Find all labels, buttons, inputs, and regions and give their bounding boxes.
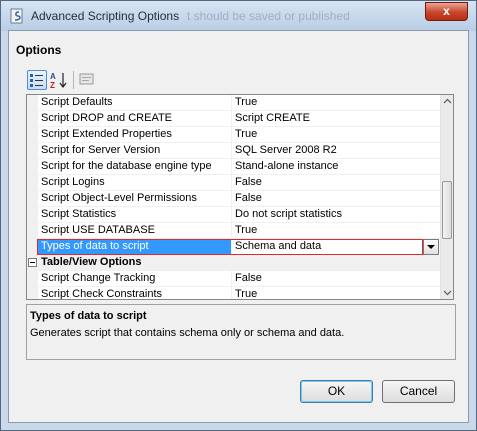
property-row[interactable]: Script Statistics Do not script statistic… xyxy=(27,207,440,223)
options-heading: Options xyxy=(16,43,62,57)
window-title: Advanced Scripting Options xyxy=(31,9,180,23)
scroll-thumb[interactable] xyxy=(442,181,452,239)
categorized-button[interactable] xyxy=(27,70,47,90)
toolbar-separator xyxy=(73,71,74,89)
property-name: Script USE DATABASE xyxy=(41,224,155,236)
property-value[interactable]: False xyxy=(235,272,262,284)
property-value[interactable]: SQL Server 2008 R2 xyxy=(235,144,337,156)
highlight-outline xyxy=(37,239,423,255)
vertical-scrollbar[interactable] xyxy=(440,95,453,299)
categorized-icon xyxy=(30,74,43,87)
property-value[interactable]: False xyxy=(235,176,262,188)
property-name: Script Change Tracking xyxy=(41,272,156,284)
collapse-icon[interactable] xyxy=(28,258,37,267)
title-bar[interactable]: Advanced Scripting Options t should be s… xyxy=(1,1,476,31)
property-name: Script DROP and CREATE xyxy=(41,112,173,124)
scroll-up-icon[interactable] xyxy=(441,95,454,108)
category-row[interactable]: Table/View Options xyxy=(27,255,440,271)
value-dropdown-button[interactable] xyxy=(423,239,439,255)
property-name: Script Logins xyxy=(41,176,105,188)
property-value[interactable]: Script CREATE xyxy=(235,112,310,124)
property-row[interactable]: Script Logins False xyxy=(27,175,440,191)
svg-text:Z: Z xyxy=(50,81,55,90)
property-value[interactable]: Do not script statistics xyxy=(235,208,342,220)
description-text: Generates script that contains schema on… xyxy=(30,327,345,339)
property-value[interactable]: True xyxy=(235,96,257,108)
property-value[interactable]: True xyxy=(235,128,257,140)
property-row[interactable]: Script DROP and CREATE Script CREATE xyxy=(27,111,440,127)
property-name: Script Check Constraints xyxy=(41,288,163,300)
property-pages-icon xyxy=(79,73,94,85)
property-row[interactable]: Script Defaults True xyxy=(27,95,440,111)
scripting-app-icon xyxy=(10,8,23,24)
property-row[interactable]: Script Check Constraints True xyxy=(27,287,440,300)
property-name: Script Object-Level Permissions xyxy=(41,192,197,204)
property-value[interactable]: Stand-alone instance xyxy=(235,160,338,172)
dropdown-arrow-icon xyxy=(427,245,435,249)
ok-button[interactable]: OK xyxy=(300,380,373,403)
property-grid[interactable]: Script Defaults True Script DROP and CREA… xyxy=(26,94,454,300)
property-name: Script Defaults xyxy=(41,96,113,108)
svg-text:A: A xyxy=(50,72,56,81)
category-label: Table/View Options xyxy=(41,256,142,268)
property-row[interactable]: Script for Server Version SQL Server 2008… xyxy=(27,143,440,159)
property-pages-button[interactable] xyxy=(78,70,98,90)
description-panel: Types of data to script Generates script… xyxy=(26,304,456,360)
property-name: Script for the database engine type xyxy=(41,160,212,172)
property-row[interactable]: Script for the database engine type Stand… xyxy=(27,159,440,175)
property-row[interactable]: Script USE DATABASE True xyxy=(27,223,440,239)
alphabetical-sort-icon: A Z xyxy=(50,72,67,90)
cancel-button[interactable]: Cancel xyxy=(382,380,455,403)
description-title: Types of data to script xyxy=(30,310,147,322)
property-row[interactable]: Script Object-Level Permissions False xyxy=(27,191,440,207)
property-name: Script for Server Version xyxy=(41,144,161,156)
scroll-down-icon[interactable] xyxy=(441,286,454,299)
property-name: Script Extended Properties xyxy=(41,128,172,140)
property-value[interactable]: False xyxy=(235,192,262,204)
property-value[interactable]: True xyxy=(235,288,257,299)
property-value[interactable]: True xyxy=(235,224,257,236)
background-window-title: t should be saved or published xyxy=(187,9,350,23)
property-name: Script Statistics xyxy=(41,208,117,220)
close-button[interactable]: x xyxy=(425,2,468,21)
property-row[interactable]: Script Extended Properties True xyxy=(27,127,440,143)
alphabetical-button[interactable]: A Z xyxy=(49,70,69,90)
property-row[interactable]: Script Change Tracking False xyxy=(27,271,440,287)
